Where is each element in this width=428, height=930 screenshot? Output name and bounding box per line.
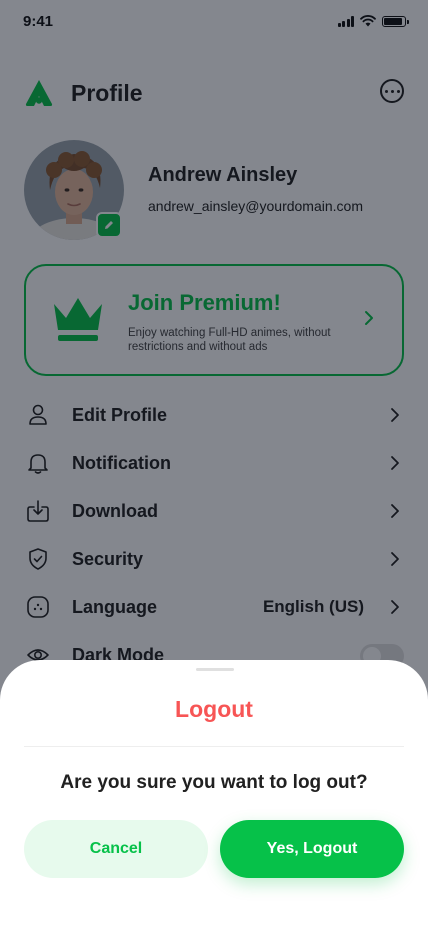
- divider: [24, 746, 404, 747]
- logout-question: Are you sure you want to log out?: [60, 772, 368, 793]
- logout-title: Logout: [175, 696, 253, 722]
- cancel-button[interactable]: Cancel: [24, 820, 208, 878]
- sheet-drag-handle[interactable]: [196, 668, 234, 671]
- logout-bottom-sheet: Logout Are you sure you want to log out?…: [0, 660, 428, 930]
- confirm-logout-button[interactable]: Yes, Logout: [220, 820, 404, 878]
- profile-screen: 9:41 Profile: [0, 0, 428, 930]
